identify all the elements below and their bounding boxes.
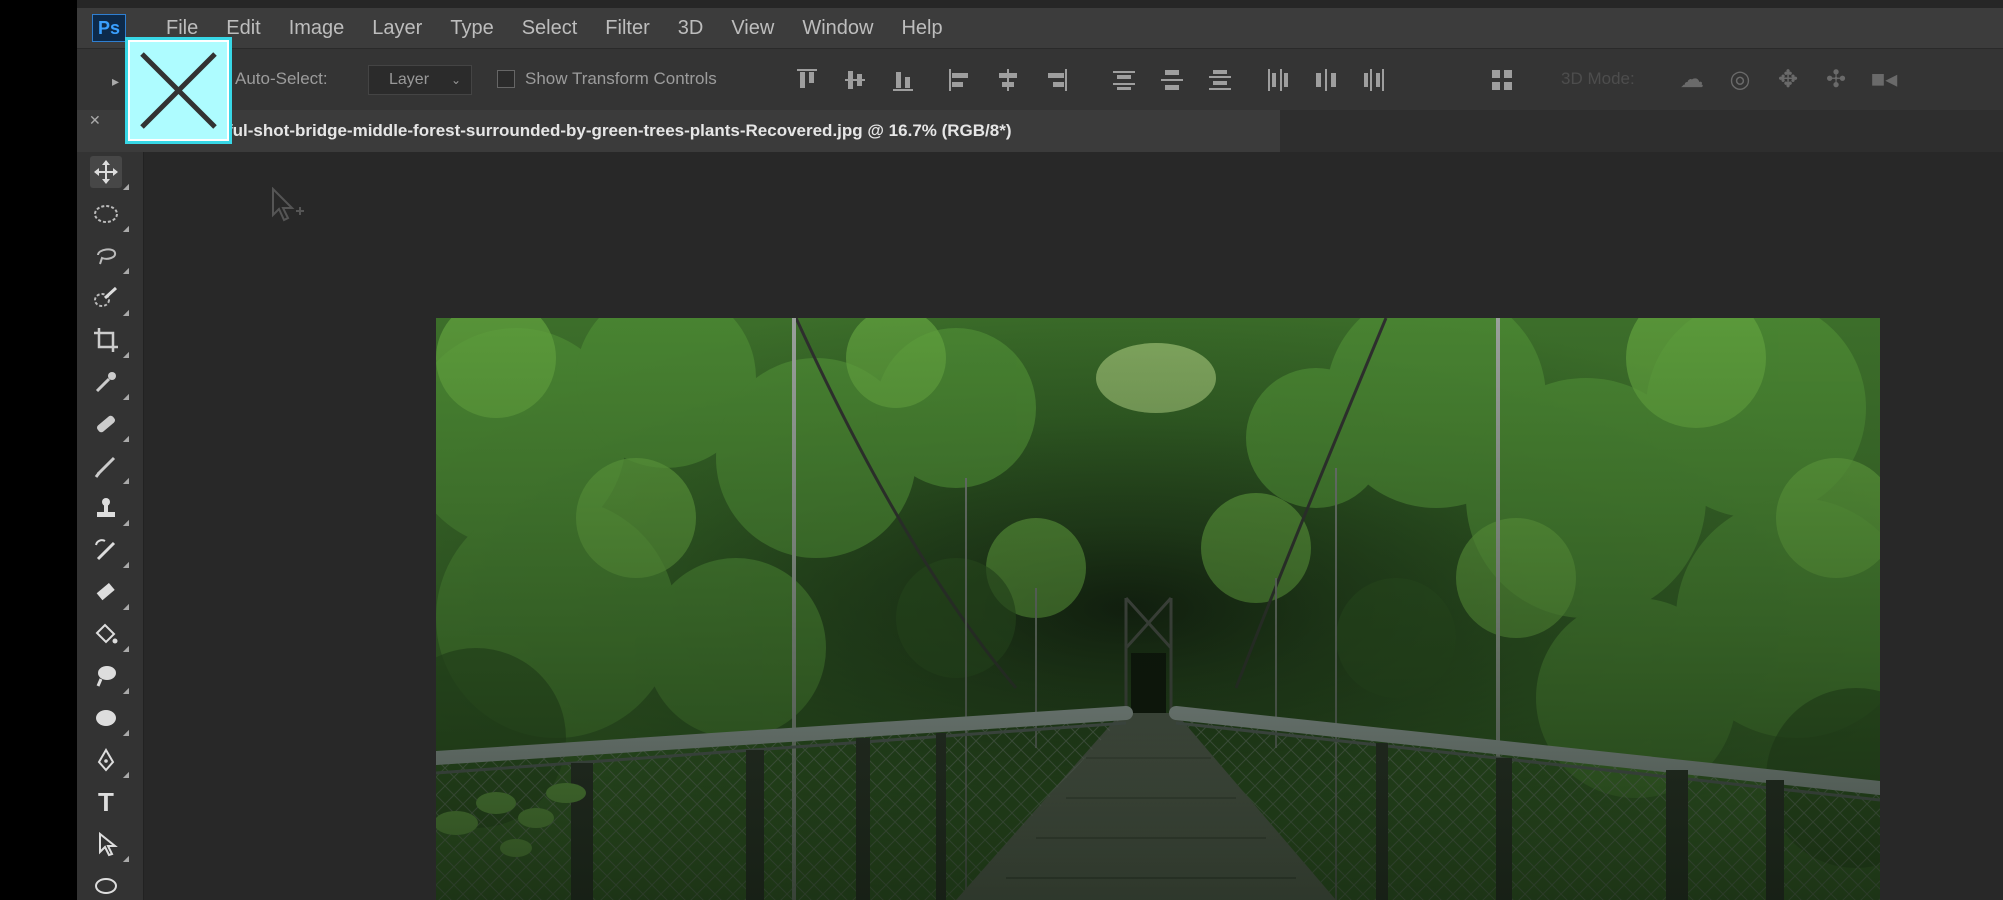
- history-brush-tool-icon[interactable]: ◢: [90, 534, 129, 569]
- auto-select-target-value: Layer: [389, 71, 430, 88]
- menu-layer[interactable]: Layer: [372, 17, 422, 40]
- auto-align-layers-icon[interactable]: [1489, 67, 1515, 93]
- ellipse-tool-icon[interactable]: [90, 870, 122, 900]
- tool-preset-picker-icon[interactable]: ▸: [112, 73, 119, 90]
- align-horizontal-centers-icon[interactable]: [995, 67, 1021, 93]
- menu-help[interactable]: Help: [901, 17, 942, 40]
- eyedropper-tool-icon[interactable]: ◢: [90, 366, 129, 401]
- align-top-edges-icon[interactable]: [795, 67, 821, 93]
- roll-3d-camera-icon[interactable]: ◎: [1725, 65, 1755, 95]
- menu-image[interactable]: Image: [289, 17, 345, 40]
- show-transform-controls-checkbox[interactable]: Show Transform Controls: [497, 69, 717, 89]
- dodge-tool-icon[interactable]: ◢: [90, 702, 129, 737]
- brush-tool-icon[interactable]: ◢: [90, 450, 129, 485]
- auto-select-target-dropdown[interactable]: Layer ⌄: [368, 65, 472, 95]
- align-right-edges-icon[interactable]: [1043, 67, 1069, 93]
- chevron-down-icon: ⌄: [450, 73, 461, 87]
- paint-bucket-tool-icon[interactable]: ◢: [90, 618, 129, 653]
- mouse-cursor-icon: [272, 187, 304, 222]
- pen-tool-icon[interactable]: ◢: [90, 744, 129, 779]
- menu-bar: Ps File Edit Image Layer Type Select Fil…: [77, 8, 2003, 48]
- tools-panel: ◢ ◢ ◢ ◢ ◢ ◢ ◢ ◢ ◢ ◢ ◢ ◢ ◢ ◢ ◢ T ◢: [77, 152, 144, 900]
- document-title: ful-shot-bridge-middle-forest-surrounded…: [227, 121, 1012, 140]
- clone-stamp-tool-icon[interactable]: ◢: [90, 492, 129, 527]
- align-left-edges-icon[interactable]: [947, 67, 973, 93]
- type-tool-icon[interactable]: T: [90, 786, 122, 818]
- photoshop-logo: Ps: [92, 14, 126, 42]
- distribute-bottom-edges-icon[interactable]: [1207, 67, 1233, 93]
- align-vertical-centers-icon[interactable]: [843, 67, 869, 93]
- document-tab-bar: ✕ ful-shot-bridge-middle-forest-surround…: [77, 110, 2003, 152]
- orbit-3d-camera-icon[interactable]: ☁: [1677, 65, 1707, 95]
- pan-3d-camera-icon[interactable]: ✥: [1773, 65, 1803, 95]
- move-tool-icon[interactable]: ◢: [90, 156, 129, 191]
- path-selection-tool-icon[interactable]: ◢: [90, 828, 129, 863]
- align-bottom-edges-icon[interactable]: [891, 67, 917, 93]
- highlight-box: [125, 37, 232, 144]
- menu-view[interactable]: View: [731, 17, 774, 40]
- close-x-icon: [140, 52, 217, 129]
- marquee-tool-icon[interactable]: ◢: [90, 198, 129, 233]
- healing-brush-tool-icon[interactable]: ◢: [90, 408, 129, 443]
- quick-selection-tool-icon[interactable]: ◢: [90, 282, 129, 317]
- zoom-3d-camera-icon[interactable]: ■◂: [1869, 65, 1899, 95]
- checkbox-icon: [497, 70, 515, 88]
- auto-select-checkbox[interactable]: Auto-Select:: [235, 69, 328, 89]
- options-bar: ▸ Auto-Select: Layer ⌄ Show Transform Co…: [77, 48, 2003, 111]
- distribute-right-edges-icon[interactable]: [1361, 67, 1387, 93]
- distribute-left-edges-icon[interactable]: [1265, 67, 1291, 93]
- 3d-mode-label: 3D Mode:: [1561, 69, 1635, 88]
- photoshop-window: Ps File Edit Image Layer Type Select Fil…: [77, 0, 2003, 900]
- lasso-tool-icon[interactable]: ◢: [90, 240, 129, 275]
- menu-type[interactable]: Type: [450, 17, 493, 40]
- distribute-horizontal-centers-icon[interactable]: [1313, 67, 1339, 93]
- menu-select[interactable]: Select: [522, 17, 578, 40]
- distribute-vertical-centers-icon[interactable]: [1159, 67, 1185, 93]
- smudge-tool-icon[interactable]: ◢: [90, 660, 129, 695]
- show-transform-controls-label: Show Transform Controls: [525, 69, 717, 88]
- forest-bridge-photo: [436, 318, 1880, 900]
- eraser-tool-icon[interactable]: ◢: [90, 576, 129, 611]
- document-image[interactable]: [436, 318, 1880, 900]
- menu-filter[interactable]: Filter: [605, 17, 649, 40]
- crop-tool-icon[interactable]: ◢: [90, 324, 129, 359]
- slide-3d-camera-icon[interactable]: ✣: [1821, 65, 1851, 95]
- close-tab-icon[interactable]: ✕: [89, 112, 101, 129]
- document-tab[interactable]: ✕ ful-shot-bridge-middle-forest-surround…: [77, 110, 1280, 152]
- distribute-top-edges-icon[interactable]: [1111, 67, 1137, 93]
- canvas-area[interactable]: [144, 152, 2003, 900]
- menu-window[interactable]: Window: [802, 17, 873, 40]
- menu-3d[interactable]: 3D: [678, 17, 704, 40]
